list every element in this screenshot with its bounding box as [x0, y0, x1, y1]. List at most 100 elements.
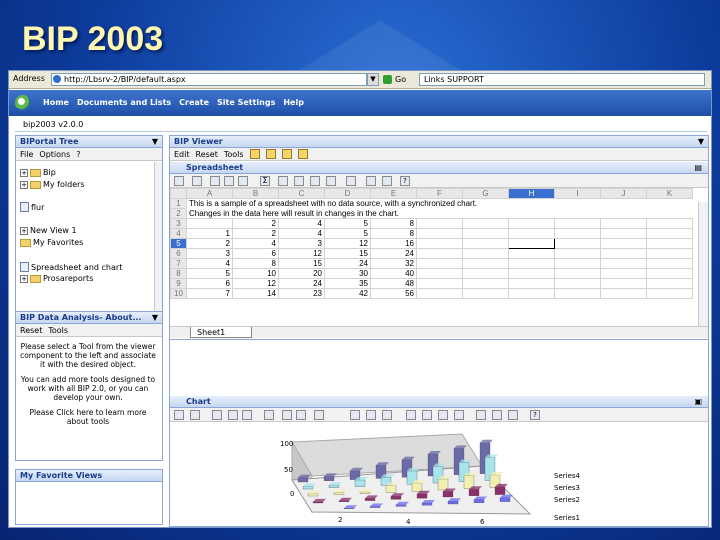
- chart-bar[interactable]: [395, 504, 407, 507]
- url-dropdown-icon[interactable]: ▼: [367, 73, 379, 86]
- chart-bar[interactable]: [333, 492, 345, 495]
- cell[interactable]: 24: [370, 248, 417, 259]
- cell[interactable]: 4: [186, 258, 233, 269]
- cell[interactable]: [646, 248, 693, 259]
- cell[interactable]: [646, 288, 693, 299]
- tree-item-my-favorites[interactable]: My Favorites: [20, 238, 83, 247]
- chart-option-icon[interactable]: [366, 410, 376, 420]
- cell[interactable]: [554, 258, 601, 269]
- cell[interactable]: 14: [232, 288, 279, 299]
- layout-icon[interactable]: [281, 149, 292, 159]
- cell[interactable]: [416, 258, 463, 269]
- cell[interactable]: 23: [278, 288, 325, 299]
- col-header[interactable]: B: [232, 188, 279, 199]
- sort-descending-icon[interactable]: [294, 176, 304, 186]
- copy-icon[interactable]: [228, 410, 238, 420]
- sheet-tab[interactable]: Sheet1: [190, 327, 252, 338]
- row-header-selected[interactable]: 5: [170, 238, 187, 249]
- tree-item-new-view[interactable]: + New View 1: [20, 226, 77, 235]
- expand-icon[interactable]: +: [20, 274, 28, 283]
- undo-icon[interactable]: [192, 176, 202, 186]
- chart-bar[interactable]: [411, 482, 423, 492]
- cell[interactable]: [600, 278, 647, 289]
- row-header[interactable]: 10: [170, 288, 187, 299]
- col-header-selected[interactable]: H: [508, 188, 555, 199]
- file-menu[interactable]: File: [20, 148, 33, 160]
- cell[interactable]: [646, 258, 693, 269]
- col-header[interactable]: G: [462, 188, 509, 199]
- nav-help[interactable]: Help: [283, 98, 304, 107]
- layout-icon[interactable]: [249, 149, 260, 159]
- paste-icon[interactable]: [238, 176, 248, 186]
- cell[interactable]: [554, 228, 601, 239]
- chart-bar[interactable]: [468, 489, 480, 496]
- tree-item-flur[interactable]: flur: [20, 202, 44, 212]
- cut-icon[interactable]: [212, 410, 222, 420]
- cell[interactable]: [416, 238, 463, 249]
- copy-icon[interactable]: [224, 176, 234, 186]
- chart-option-icon[interactable]: [438, 410, 448, 420]
- chart-wizard-icon[interactable]: [190, 410, 200, 420]
- cell[interactable]: [646, 278, 693, 289]
- cell[interactable]: [416, 248, 463, 259]
- cell[interactable]: [646, 268, 693, 279]
- cell[interactable]: [646, 228, 693, 239]
- row-header[interactable]: 1: [170, 198, 187, 209]
- cell[interactable]: [416, 268, 463, 279]
- cell[interactable]: [416, 228, 463, 239]
- url-input[interactable]: http://Lbsrv-2/BIP/default.aspx: [51, 73, 367, 86]
- cell[interactable]: 15: [278, 258, 325, 269]
- cell[interactable]: 2: [232, 228, 279, 239]
- row-header[interactable]: 2: [170, 208, 187, 219]
- cell[interactable]: [462, 248, 509, 259]
- go-button[interactable]: Go: [383, 73, 413, 86]
- sheet-table[interactable]: A B C D E F G H I J K 1 This is a sample…: [170, 188, 693, 299]
- cell[interactable]: 4: [278, 218, 325, 229]
- filter-icon[interactable]: [314, 410, 324, 420]
- cell[interactable]: 32: [370, 258, 417, 269]
- cell[interactable]: 12: [232, 278, 279, 289]
- cell[interactable]: 8: [232, 258, 279, 269]
- help-icon[interactable]: ?: [400, 176, 410, 186]
- reset-viewer-button[interactable]: Reset: [196, 148, 218, 160]
- chart-bar[interactable]: [323, 476, 335, 481]
- cell[interactable]: 4: [278, 228, 325, 239]
- cell[interactable]: 8: [370, 228, 417, 239]
- paste-icon[interactable]: [242, 410, 252, 420]
- col-header[interactable]: K: [646, 188, 693, 199]
- col-header[interactable]: C: [278, 188, 325, 199]
- cell[interactable]: [600, 268, 647, 279]
- cell[interactable]: [554, 268, 601, 279]
- cell[interactable]: [462, 278, 509, 289]
- options-menu[interactable]: Options: [39, 148, 70, 160]
- maximize-icon[interactable]: ▣: [694, 396, 702, 408]
- cell[interactable]: 15: [324, 248, 371, 259]
- cell[interactable]: 16: [370, 238, 417, 249]
- cell[interactable]: [416, 278, 463, 289]
- cell[interactable]: 7: [186, 288, 233, 299]
- row-header[interactable]: 3: [170, 218, 187, 229]
- chart-type-icon[interactable]: [174, 410, 184, 420]
- cell[interactable]: 42: [324, 288, 371, 299]
- export-icon[interactable]: [476, 410, 486, 420]
- autosum-icon[interactable]: Σ: [260, 176, 270, 186]
- cell[interactable]: 56: [370, 288, 417, 299]
- row-header[interactable]: 6: [170, 248, 187, 259]
- sort-ascending-icon[interactable]: [278, 176, 288, 186]
- cell[interactable]: 8: [370, 218, 417, 229]
- cell[interactable]: 48: [370, 278, 417, 289]
- chart-bar[interactable]: [494, 486, 506, 495]
- edit-button[interactable]: Edit: [174, 148, 190, 160]
- cell[interactable]: [600, 228, 647, 239]
- cell[interactable]: 5: [324, 218, 371, 229]
- cell[interactable]: 2: [232, 218, 279, 229]
- chart-option-icon[interactable]: [422, 410, 432, 420]
- cell[interactable]: [554, 278, 601, 289]
- cell[interactable]: 30: [324, 268, 371, 279]
- commands-icon[interactable]: [492, 410, 502, 420]
- cell[interactable]: 3: [186, 248, 233, 259]
- chart-bar[interactable]: [359, 491, 371, 494]
- expand-icon[interactable]: +: [20, 168, 28, 177]
- chart-bar[interactable]: [354, 479, 366, 487]
- cell[interactable]: [600, 258, 647, 269]
